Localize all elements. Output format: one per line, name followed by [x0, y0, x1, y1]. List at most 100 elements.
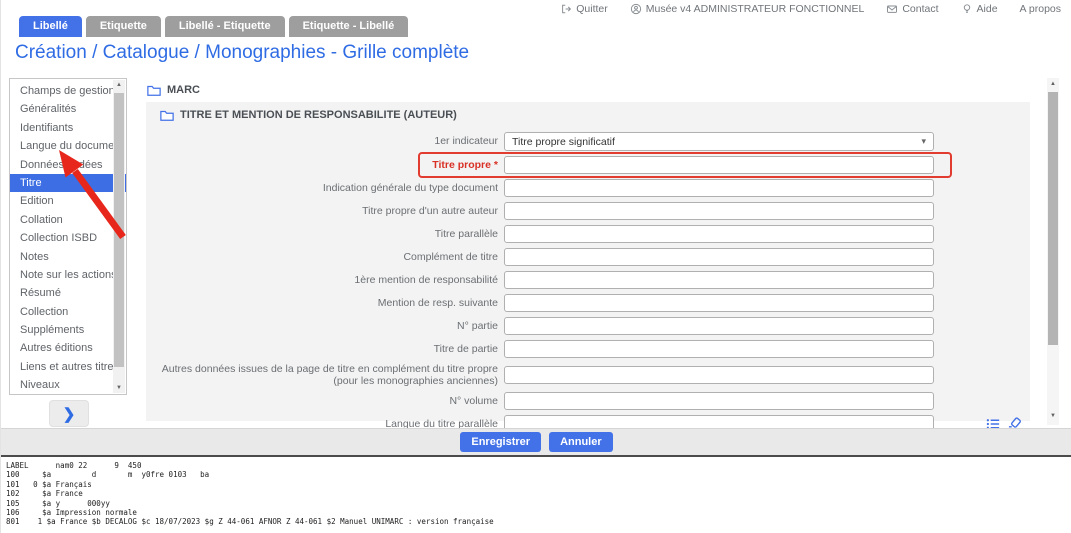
sidebar-item[interactable]: Langue du document: [10, 137, 126, 155]
field-input[interactable]: [504, 248, 934, 266]
field-label: Complément de titre: [146, 251, 498, 263]
menu-item-label: Musée v4 ADMINISTRATEUR FONCTIONNEL: [646, 3, 865, 15]
scrollbar-thumb[interactable]: [1048, 92, 1058, 345]
field-label: Titre parallèle: [146, 228, 498, 240]
field-label: N° volume: [146, 395, 498, 407]
tab-etiquette[interactable]: Etiquette: [86, 16, 161, 37]
field-label: 1ère mention de responsabilité: [146, 274, 498, 286]
sidebar-list: Champs de gestionGénéralitésIdentifiants…: [10, 82, 126, 395]
field-select[interactable]: Titre propre significatif ▾: [504, 132, 934, 151]
logout-icon: [560, 3, 572, 15]
form-field-row: Mention de resp. suivante: [146, 294, 1030, 312]
sidebar-item[interactable]: Edition: [10, 192, 126, 210]
sidebar-item[interactable]: Autres éditions: [10, 339, 126, 357]
menu-item[interactable]: Musée v4 ADMINISTRATEUR FONCTIONNEL: [630, 3, 865, 15]
form-panel: TITRE ET MENTION DE RESPONSABILITE (AUTE…: [146, 102, 1030, 421]
form-field-row: N° volume: [146, 392, 1030, 410]
menu-item-label: A propos: [1020, 3, 1061, 15]
lightbulb-icon: [961, 3, 973, 15]
sidebar-item[interactable]: Collection ISBD: [10, 229, 126, 247]
marc-record-preview: LABEL nam0 22 9 450 100 $a d m y0fre 010…: [6, 461, 494, 527]
field-input[interactable]: [504, 366, 934, 384]
field-input[interactable]: [504, 392, 934, 410]
form-field-row: 1er indicateur Titre propre significatif ▾: [146, 132, 1030, 151]
menu-item[interactable]: Contact: [886, 3, 938, 15]
form-field-row: Titre de partie: [146, 340, 1030, 358]
field-label: Titre propre *: [146, 159, 498, 171]
form-field-row: Titre propre d'un autre auteur: [146, 202, 1030, 220]
field-label: Mention de resp. suivante: [146, 297, 498, 309]
form-field-row: Indication générale du type document: [146, 179, 1030, 197]
scroll-down-icon[interactable]: ▼: [1047, 413, 1059, 419]
sidebar-item[interactable]: Note sur les actions: [10, 266, 126, 284]
field-label: Autres données issues de la page de titr…: [146, 363, 498, 387]
sidebar-item[interactable]: Liens et autres titres: [10, 358, 126, 376]
chevron-down-icon: ▾: [921, 136, 926, 147]
sidebar-item[interactable]: Identifiants: [10, 119, 126, 137]
chevron-right-icon: ❯: [63, 405, 76, 423]
form-field-row: Titre propre *: [146, 156, 1030, 174]
field-label: 1er indicateur: [146, 135, 498, 147]
select-value: Titre propre significatif: [512, 136, 615, 148]
form-field-row: Titre parallèle: [146, 225, 1030, 243]
menu-item-label: Quitter: [576, 3, 608, 15]
catalog-editor-window: Quitter Musée v4 ADMINISTRATEUR FONCTIONN…: [0, 0, 1071, 533]
scroll-up-icon[interactable]: ▲: [1047, 81, 1059, 87]
scrollbar-thumb[interactable]: [114, 93, 124, 367]
folder-icon: [147, 84, 161, 96]
sidebar-expand-button[interactable]: ❯: [49, 400, 89, 427]
sidebar-item[interactable]: Collection: [10, 303, 126, 321]
sidebar-item[interactable]: Titre: [10, 174, 126, 192]
section-group-header: TITRE ET MENTION DE RESPONSABILITE (AUTE…: [160, 109, 457, 121]
field-input[interactable]: [504, 294, 934, 312]
scroll-up-icon[interactable]: ▲: [113, 82, 125, 88]
view-tabs: LibelléEtiquetteLibellé - EtiquetteEtiqu…: [19, 16, 408, 37]
menu-item[interactable]: Quitter: [560, 3, 608, 15]
envelope-icon: [886, 3, 898, 15]
field-label: Titre de partie: [146, 343, 498, 355]
field-input[interactable]: [504, 340, 934, 358]
form-rows: 1er indicateur Titre propre significatif ▾…: [146, 132, 1030, 438]
sidebar-item[interactable]: Généralités: [10, 100, 126, 118]
form-field-row: Complément de titre: [146, 248, 1030, 266]
marc-group-header: MARC: [147, 84, 200, 96]
menu-item-label: Aide: [977, 3, 998, 15]
sidebar-item[interactable]: Champs de gestion: [10, 82, 126, 100]
field-input[interactable]: [504, 202, 934, 220]
field-input[interactable]: [504, 225, 934, 243]
field-input[interactable]: [504, 271, 934, 289]
folder-icon: [160, 109, 174, 121]
save-button[interactable]: Enregistrer: [460, 432, 541, 452]
sidebar-item[interactable]: Suppléments: [10, 321, 126, 339]
sidebar-item[interactable]: Collation: [10, 211, 126, 229]
form-card: MARC TITRE ET MENTION DE RESPONSABILITE …: [133, 78, 1043, 425]
menu-item-label: Contact: [902, 3, 938, 15]
sidebar-scrollbar[interactable]: ▲ ▼: [113, 80, 125, 393]
field-input[interactable]: [504, 179, 934, 197]
field-label: Titre propre d'un autre auteur: [146, 205, 498, 217]
cancel-button[interactable]: Annuler: [549, 432, 613, 452]
menu-item[interactable]: Aide: [961, 3, 998, 15]
field-label: N° partie: [146, 320, 498, 332]
tab-libell-etiquette[interactable]: Libellé - Etiquette: [165, 16, 285, 37]
sidebar-item[interactable]: Notes: [10, 248, 126, 266]
page-title: Création / Catalogue / Monographies - Gr…: [15, 42, 469, 64]
menu-item[interactable]: A propos: [1020, 3, 1061, 15]
field-input[interactable]: [504, 156, 934, 174]
field-label: Indication générale du type document: [146, 182, 498, 194]
form-field-row: 1ère mention de responsabilité: [146, 271, 1030, 289]
form-field-row: Autres données issues de la page de titr…: [146, 363, 1030, 387]
sidebar-item[interactable]: Résumé: [10, 284, 126, 302]
sidebar-item[interactable]: Données codées: [10, 156, 126, 174]
field-input[interactable]: [504, 317, 934, 335]
sidebar: Champs de gestionGénéralitésIdentifiants…: [9, 78, 127, 395]
form-field-row: N° partie: [146, 317, 1030, 335]
tab-etiquette-libell-[interactable]: Etiquette - Libellé: [289, 16, 409, 37]
sidebar-item[interactable]: Niveaux: [10, 376, 126, 394]
tab-libell-[interactable]: Libellé: [19, 16, 82, 37]
top-menu: Quitter Musée v4 ADMINISTRATEUR FONCTIONN…: [560, 0, 1061, 18]
user-circle-icon: [630, 3, 642, 15]
action-bar: Enregistrer Annuler: [1, 428, 1071, 455]
scroll-down-icon[interactable]: ▼: [113, 385, 125, 391]
main-scrollbar[interactable]: ▲ ▼: [1047, 78, 1059, 425]
